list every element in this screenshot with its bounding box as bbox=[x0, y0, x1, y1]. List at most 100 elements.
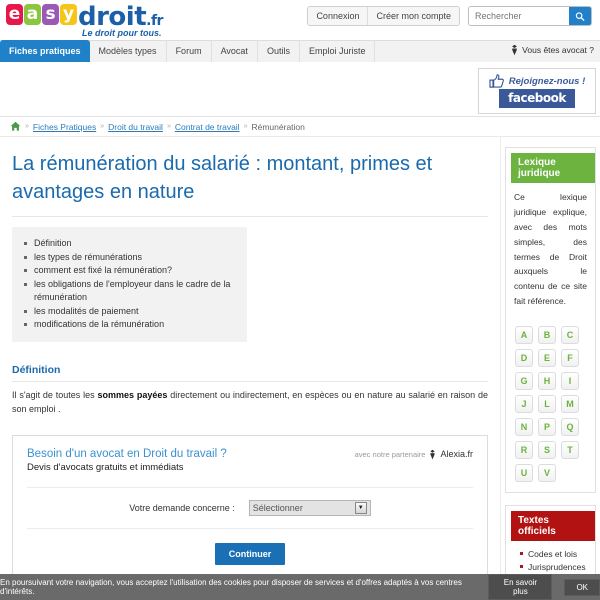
lexique-heading: Lexique juridique bbox=[511, 153, 595, 183]
cookie-message: En poursuivant votre navigation, vous ac… bbox=[0, 578, 462, 596]
sidebar: Lexique juridique Ce lexique juridique e… bbox=[500, 137, 600, 600]
cookie-learn-more-button[interactable]: En savoir plus bbox=[488, 574, 553, 600]
auth-button-group: Connexion Créer mon compte bbox=[307, 6, 460, 26]
main-content: La rémunération du salarié : montant, pr… bbox=[0, 137, 500, 600]
thumbs-up-icon bbox=[489, 74, 504, 88]
lexique-letter-i[interactable]: I bbox=[561, 372, 579, 390]
form-header: Besoin d'un avocat en Droit du travail ?… bbox=[27, 448, 473, 460]
logo-tagline: Le droit pour tous. bbox=[82, 28, 162, 38]
logo-letter-s: s bbox=[42, 4, 59, 25]
breadcrumb-separator: » bbox=[243, 123, 248, 130]
nav-tab-forum[interactable]: Forum bbox=[167, 40, 212, 62]
breadcrumb-item-droit-du-travail[interactable]: Droit du travail bbox=[108, 122, 163, 132]
form-subtitle: Devis d'avocats gratuits et immédiats bbox=[27, 461, 184, 473]
search-box bbox=[468, 6, 592, 26]
search-input[interactable] bbox=[469, 7, 569, 25]
facebook-promo-row: Rejoignez-nous ! facebook bbox=[0, 62, 600, 117]
toc-list: Définition les types de rémunérations co… bbox=[24, 237, 235, 332]
definition-text-before: Il s'agit de toutes les bbox=[12, 389, 98, 400]
lexique-letter-j[interactable]: J bbox=[515, 395, 533, 413]
lawyer-quote-form: Besoin d'un avocat en Droit du travail ?… bbox=[12, 434, 488, 580]
breadcrumb-separator: » bbox=[166, 123, 171, 130]
section-title-definition: Définition bbox=[12, 364, 488, 382]
form-submit-row: Continuer bbox=[27, 542, 473, 565]
definition-text-bold: sommes payées bbox=[97, 389, 168, 400]
header-right-tools: Connexion Créer mon compte bbox=[307, 6, 592, 26]
lexique-letter-s[interactable]: S bbox=[538, 441, 556, 459]
demande-select-value: Sélectionner bbox=[252, 502, 303, 513]
lexique-letter-n[interactable]: N bbox=[515, 418, 533, 436]
breadcrumb: » Fiches Pratiques » Droit du travail » … bbox=[0, 117, 600, 137]
site-logo[interactable]: e a s y droit.fr Le droit pour tous. bbox=[6, 2, 186, 38]
lexique-letter-u[interactable]: U bbox=[515, 464, 533, 482]
continue-button[interactable]: Continuer bbox=[214, 542, 286, 565]
cookie-ok-button[interactable]: OK bbox=[564, 578, 600, 596]
chevron-down-icon: ▼ bbox=[354, 501, 367, 514]
lexique-letter-q[interactable]: Q bbox=[561, 418, 579, 436]
nav-tab-list: Fiches pratiques Modèles types Forum Avo… bbox=[0, 40, 376, 62]
lexique-letter-l[interactable]: L bbox=[538, 395, 556, 413]
toc-item[interactable]: les modalités de paiement bbox=[24, 305, 235, 319]
toc-item[interactable]: Définition bbox=[24, 237, 235, 251]
lexique-letter-f[interactable]: F bbox=[561, 349, 579, 367]
form-partner: avec notre partenaire Alexia.fr bbox=[355, 449, 473, 460]
breadcrumb-item-current: Rémunération bbox=[251, 121, 305, 132]
lexique-letter-p[interactable]: P bbox=[538, 418, 556, 436]
search-button[interactable] bbox=[569, 7, 591, 25]
nav-tab-fiches-pratiques[interactable]: Fiches pratiques bbox=[0, 40, 90, 62]
lexique-letter-r[interactable]: R bbox=[515, 441, 533, 459]
breadcrumb-separator: » bbox=[25, 123, 29, 130]
lexique-description: Ce lexique juridique explique, avec des … bbox=[514, 192, 587, 307]
lawyer-link[interactable]: Vous êtes avocat ? bbox=[510, 44, 594, 56]
lexique-juridique-box: Lexique juridique Ce lexique juridique e… bbox=[505, 147, 596, 493]
demande-field-label: Votre demande concerne : bbox=[129, 502, 235, 513]
alexia-logo-icon bbox=[430, 449, 436, 459]
home-icon[interactable] bbox=[10, 121, 21, 132]
facebook-join-label: Rejoignez-nous ! bbox=[508, 75, 586, 87]
textes-item-codes-et-lois[interactable]: Codes et lois bbox=[520, 548, 587, 561]
page-title: La rémunération du salarié : montant, pr… bbox=[12, 151, 488, 218]
nav-tab-avocat[interactable]: Avocat bbox=[212, 40, 258, 62]
form-title: Besoin d'un avocat en Droit du travail ? bbox=[27, 447, 227, 460]
register-button[interactable]: Créer mon compte bbox=[367, 7, 459, 25]
toc-item[interactable]: les types de rémunérations bbox=[24, 251, 235, 265]
main-navigation: Fiches pratiques Modèles types Forum Avo… bbox=[0, 40, 600, 68]
lexique-letter-m[interactable]: M bbox=[561, 395, 579, 413]
nav-tab-modeles-types[interactable]: Modèles types bbox=[90, 40, 167, 62]
logo-easy-blocks: e a s y bbox=[6, 4, 77, 25]
login-button[interactable]: Connexion bbox=[308, 7, 368, 25]
breadcrumb-item-contrat-de-travail[interactable]: Contrat de travail bbox=[175, 122, 240, 132]
demande-select[interactable]: Sélectionner ▼ bbox=[248, 499, 371, 516]
lawyer-link-label: Vous êtes avocat ? bbox=[522, 45, 594, 55]
nav-tab-outils[interactable]: Outils bbox=[258, 40, 300, 62]
lexique-letter-g[interactable]: G bbox=[515, 372, 533, 390]
facebook-join-row: Rejoignez-nous ! bbox=[489, 74, 586, 88]
partner-prefix: avec notre partenaire bbox=[354, 449, 426, 459]
facebook-widget[interactable]: Rejoignez-nous ! facebook bbox=[478, 68, 596, 114]
table-of-contents: Définition les types de rémunérations co… bbox=[12, 227, 247, 342]
lexique-letter-t[interactable]: T bbox=[561, 441, 579, 459]
lexique-letter-e[interactable]: E bbox=[538, 349, 556, 367]
logo-letter-e: e bbox=[6, 4, 23, 25]
lexique-letter-b[interactable]: B bbox=[538, 326, 556, 344]
logo-letter-a: a bbox=[24, 4, 41, 25]
lexique-letter-v[interactable]: V bbox=[538, 464, 556, 482]
textes-item-jurisprudences[interactable]: Jurisprudences bbox=[520, 561, 587, 574]
search-icon bbox=[575, 11, 585, 21]
logo-letter-y: y bbox=[60, 4, 77, 25]
facebook-logo: facebook bbox=[499, 89, 575, 108]
toc-item[interactable]: les obligations de l'employeur dans le c… bbox=[24, 278, 235, 305]
lexique-letter-d[interactable]: D bbox=[515, 349, 533, 367]
toc-item[interactable]: modifications de la rémunération bbox=[24, 318, 235, 332]
lawyer-icon bbox=[512, 44, 518, 56]
breadcrumb-item-fiches-pratiques[interactable]: Fiches Pratiques bbox=[33, 122, 96, 132]
lexique-letter-h[interactable]: H bbox=[538, 372, 556, 390]
section-body-definition: Il s'agit de toutes les sommes payées di… bbox=[12, 389, 488, 417]
cookie-consent-bar: En poursuivant votre navigation, vous ac… bbox=[0, 574, 600, 600]
lexique-letter-c[interactable]: C bbox=[561, 326, 579, 344]
lexique-letter-a[interactable]: A bbox=[515, 326, 533, 344]
nav-tab-emploi-juriste[interactable]: Emploi Juriste bbox=[300, 40, 376, 62]
logo-tld-text: .fr bbox=[146, 13, 163, 29]
partner-name: Alexia.fr bbox=[440, 449, 473, 460]
toc-item[interactable]: comment est fixé la rémunération? bbox=[24, 264, 235, 278]
